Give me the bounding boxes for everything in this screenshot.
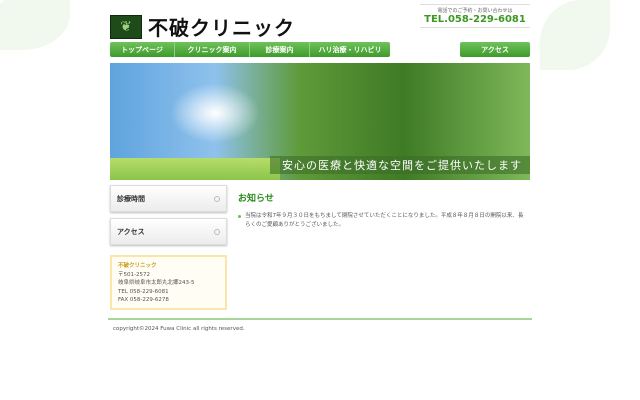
logo-leaf-icon: ❦ bbox=[110, 14, 142, 39]
background-leaf bbox=[540, 0, 610, 70]
clinic-info-box: 不破クリニック 〒501-2572 岐阜県岐阜市太郎丸北郷243-5 TEL 0… bbox=[110, 255, 227, 310]
logo-text: 不破クリニック bbox=[148, 16, 295, 40]
news-heading: お知らせ bbox=[238, 194, 274, 204]
news-item: 当院は令和7年９月３０日をもちまして閉院させていただくことになりました。平成８年… bbox=[238, 212, 528, 230]
nav-clinic[interactable]: クリニック案内 bbox=[175, 42, 250, 57]
tel: TEL 058-229-6081 bbox=[118, 288, 169, 295]
logo[interactable]: ❦ 不破クリニック bbox=[110, 12, 295, 41]
copyright: copyright©2024 Fuwa Clinic all rights re… bbox=[113, 326, 245, 332]
circle-arrow-icon bbox=[214, 228, 220, 235]
contact-note: 電話でのご予約・お問い合わせは bbox=[437, 8, 513, 14]
sidebar-item-label: アクセス bbox=[117, 227, 145, 236]
contact-box: 電話でのご予約・お問い合わせは TEL.058-229-6081 bbox=[420, 4, 530, 28]
hero-grass bbox=[110, 158, 280, 180]
clinic-name: 不破クリニック bbox=[118, 263, 157, 269]
main-nav: トップページ クリニック案内 診療案内 ハリ治療・リハビリ bbox=[110, 42, 390, 57]
background-leaf bbox=[0, 0, 70, 50]
circle-arrow-icon bbox=[214, 195, 220, 202]
news-text: 当院は令和7年９月３０日をもちまして閉院させていただくことになりました。平成８年… bbox=[245, 213, 524, 228]
nav-access-wrap: アクセス bbox=[460, 42, 530, 57]
fax: FAX 058-229-6278 bbox=[118, 297, 169, 303]
nav-acupuncture[interactable]: ハリ治療・リハビリ bbox=[310, 42, 390, 57]
hero-banner: 安心の医療と快適な空間をご提供いたします bbox=[110, 63, 530, 180]
hero-cloud bbox=[170, 83, 260, 143]
nav-access[interactable]: アクセス bbox=[460, 42, 530, 57]
nav-top[interactable]: トップページ bbox=[110, 42, 175, 57]
tel-number[interactable]: TEL.058-229-6081 bbox=[420, 14, 530, 25]
postal-code: 〒501-2572 bbox=[118, 271, 150, 278]
sidebar-item-label: 診療時間 bbox=[117, 194, 145, 203]
sidebar-item-access[interactable]: アクセス bbox=[110, 218, 227, 245]
sidebar-item-hours[interactable]: 診療時間 bbox=[110, 185, 227, 212]
footer-divider bbox=[108, 318, 532, 320]
address: 岐阜県岐阜市太郎丸北郷243-5 bbox=[118, 280, 195, 286]
nav-treatment[interactable]: 診療案内 bbox=[250, 42, 310, 57]
hero-caption: 安心の医療と快適な空間をご提供いたします bbox=[270, 156, 530, 174]
bullet-icon bbox=[238, 215, 241, 218]
